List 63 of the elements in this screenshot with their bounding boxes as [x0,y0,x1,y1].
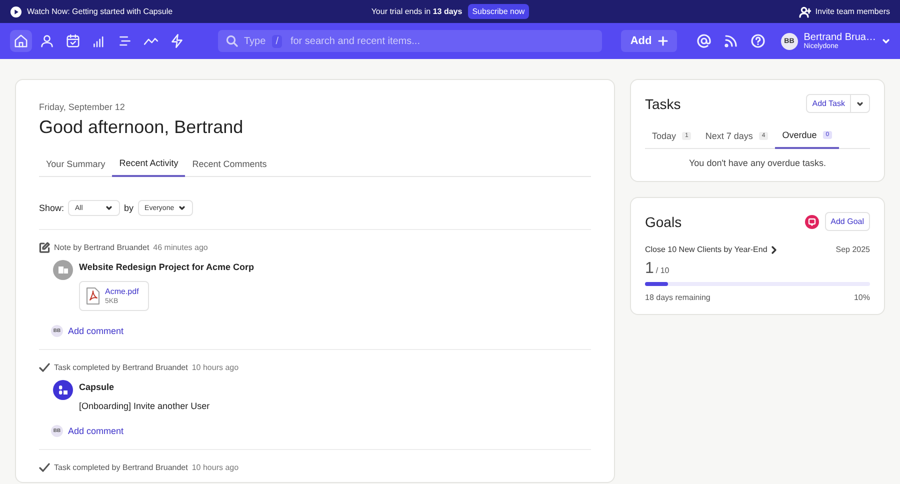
activity-author: Note by Bertrand Bruandet [54,243,150,252]
empty-message: You don't have any overdue tasks. [688,158,827,168]
add-button[interactable]: Add [621,30,677,52]
watch-link[interactable]: Watch Now: Getting started with Capsule [10,6,372,18]
goal-target: / 10 [656,266,670,275]
attachment-link[interactable]: Acme.pdf [105,287,139,296]
tab[interactable]: Your Summary [39,152,112,176]
activity-author: Task completed by Bertrand Bruandet [54,463,188,472]
caret-icon [105,204,114,212]
invite-link[interactable]: Invite team members [528,6,890,18]
date-text: Friday, September 12 [39,102,126,112]
lightning-icon [169,33,185,49]
help-icon [750,34,765,48]
goal-date: Sep 2025 [836,245,870,254]
add-comment-link[interactable]: Add comment [68,426,124,436]
tab[interactable]: Recent Activity [112,152,186,177]
caret-icon [882,37,890,45]
calendar-icon [65,33,81,49]
caret-icon [178,204,186,212]
checkmark-icon [39,462,50,473]
search-input[interactable]: for search and recent items... [288,34,594,48]
activity-time: 46 minutes ago [153,243,208,252]
activity-title: Website Redesign Project for Acme Corp [79,262,254,272]
building-avatar-icon [53,260,73,280]
app-avatar-icon [53,380,73,400]
pdf-file-icon [86,287,100,305]
chat-badge-icon [804,214,819,228]
search-icon [226,35,238,47]
goal-current: 1 [645,260,654,278]
activity-time: 10 hours ago [192,363,239,372]
card-title: Goals [645,214,682,230]
search-field[interactable]: Type / for search and recent items... [218,30,602,52]
trial-text: Your trial ends in 13 days [371,7,462,16]
add-comment-link[interactable]: Add comment [68,326,124,336]
activity-title: Capsule [79,382,116,392]
user-name: Bertrand Brua… [804,32,876,43]
shortcut-key: / [272,34,282,48]
activity-time: 10 hours ago [192,463,239,472]
edit-icon [39,242,50,253]
caret-icon [856,100,864,108]
at-sign-icon [696,34,711,48]
nav-button[interactable] [10,30,32,52]
home-icon [13,33,29,49]
goal-link[interactable]: Close 10 New Clients by Year-End [645,245,778,254]
days-remaining: 18 days remaining [645,293,710,302]
person-plus-icon [799,6,812,18]
add-goal-button[interactable]: Add Goal [824,212,870,231]
plus-icon [658,36,668,46]
feed-icon [724,34,738,48]
greeting-heading: Good afternoon, Bertrand [39,117,244,138]
checkmark-icon [39,362,50,373]
activity-author: Task completed by Bertrand Bruandet [54,363,188,372]
subscribe-button[interactable]: Subscribe now [468,4,529,19]
card-title: Tasks [645,96,681,112]
search-hint: Type [244,36,266,46]
filter-label: by [124,203,134,213]
person-icon [39,33,55,49]
filter-label: Show: [39,203,64,213]
play-icon [10,6,22,18]
progress-percent: 10% [854,293,870,302]
tab[interactable]: Recent Comments [185,152,274,176]
chevron-right-icon [771,246,778,254]
activity-text: [Onboarding] Invite another User [79,401,210,411]
